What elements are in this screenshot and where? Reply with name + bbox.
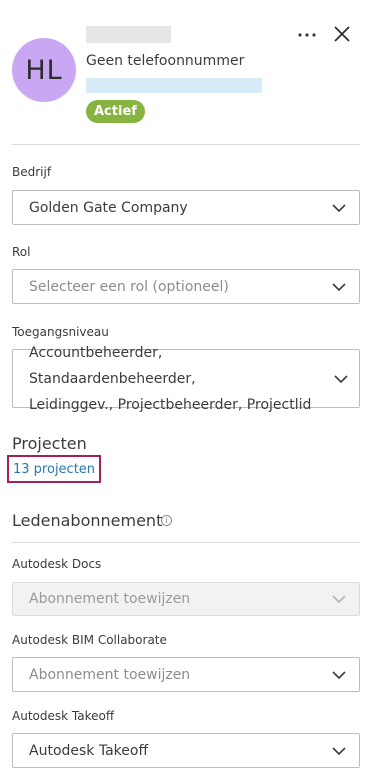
takeoff-subscription-select[interactable]: Autodesk Takeoff — [12, 733, 360, 768]
redacted-email — [86, 78, 262, 93]
takeoff-label: Autodesk Takeoff — [12, 709, 115, 723]
chevron-down-icon — [319, 746, 359, 755]
company-value: Golden Gate Company — [29, 199, 188, 216]
chevron-down-icon — [323, 374, 359, 383]
role-placeholder: Selecteer een rol (optioneel) — [29, 278, 229, 295]
company-select[interactable]: Golden Gate Company — [12, 190, 360, 225]
redacted-name — [86, 26, 171, 43]
info-icon[interactable]: i — [161, 515, 172, 526]
close-button[interactable] — [329, 21, 355, 47]
access-level-select[interactable]: Accountbeheerder, Standaardenbeheerder, … — [12, 345, 360, 413]
docs-label: Autodesk Docs — [12, 557, 102, 571]
projects-title: Projecten — [12, 434, 87, 453]
more-options-button[interactable] — [294, 22, 320, 48]
subscriptions-title: Ledenabonnement — [12, 511, 163, 530]
close-icon — [334, 26, 350, 42]
bim-label: Autodesk BIM Collaborate — [12, 633, 167, 647]
status-badge: Actief — [86, 100, 145, 123]
projects-link[interactable]: 13 projecten — [7, 455, 102, 483]
role-select[interactable]: Selecteer een rol (optioneel) — [12, 269, 360, 304]
docs-subscription-select: Abonnement toewijzen — [12, 582, 360, 616]
docs-placeholder: Abonnement toewijzen — [29, 591, 191, 607]
access-level-values: Accountbeheerder, Standaardenbeheerder, … — [29, 340, 323, 418]
company-label: Bedrijf — [12, 165, 52, 179]
takeoff-value: Autodesk Takeoff — [29, 742, 149, 759]
chevron-down-icon — [319, 282, 359, 291]
bim-placeholder: Abonnement toewijzen — [29, 666, 191, 683]
bim-subscription-select[interactable]: Abonnement toewijzen — [12, 657, 360, 692]
access-level-label: Toegangsniveau — [12, 325, 109, 339]
access-level-line-1: Accountbeheerder, Standaardenbeheerder, — [29, 344, 196, 387]
ellipsis-icon — [298, 33, 316, 37]
avatar: HL — [12, 38, 76, 102]
chevron-down-icon — [319, 203, 359, 212]
chevron-down-icon — [319, 670, 359, 679]
chevron-down-icon — [319, 595, 359, 603]
phone-text: Geen telefoonnummer — [86, 53, 245, 69]
role-label: Rol — [12, 245, 31, 259]
access-level-line-2: Leidinggev., Projectbeheerder, Projectli… — [29, 396, 312, 413]
subscriptions-divider — [12, 542, 360, 543]
member-header: HL Geen telefoonnummer Actief — [0, 0, 374, 145]
header-divider — [12, 144, 360, 145]
